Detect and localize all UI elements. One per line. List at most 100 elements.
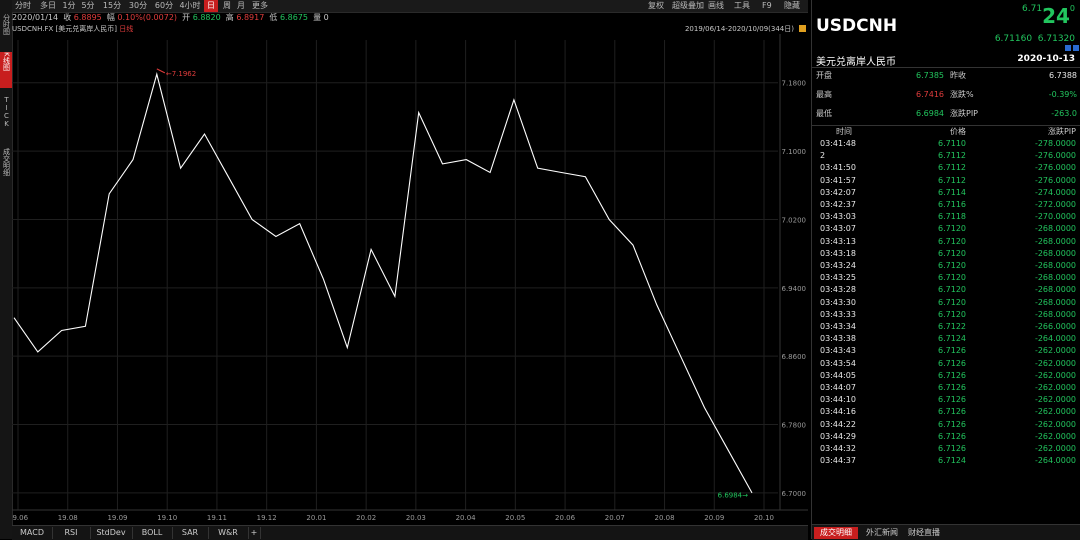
indicator-3[interactable]: BOLL bbox=[132, 527, 173, 539]
tick-time: 03:44:10 bbox=[820, 395, 856, 405]
tick-change: -264.0000 bbox=[1034, 334, 1076, 344]
timeframe-9[interactable]: 周 bbox=[220, 0, 234, 12]
tick-change: -268.0000 bbox=[1034, 297, 1076, 307]
tick-change: -268.0000 bbox=[1034, 224, 1076, 234]
expand-icon[interactable] bbox=[1065, 45, 1071, 51]
collapse-icon[interactable] bbox=[1073, 45, 1079, 51]
tick-change: -268.0000 bbox=[1034, 273, 1076, 283]
info-high-value: 6.8917 bbox=[236, 13, 265, 22]
stat-value2-2: -263.0 bbox=[1051, 109, 1077, 118]
tab-kline[interactable]: K线图 bbox=[0, 52, 12, 88]
quote-panel: USDCNH 6.71240 6.71160 6.71320 美元兑离岸人民币 … bbox=[811, 0, 1080, 540]
timeframe-8[interactable]: 日 bbox=[204, 0, 218, 12]
info-close-label: 收 bbox=[63, 13, 72, 22]
tick-change: -262.0000 bbox=[1034, 370, 1076, 380]
tab-tick[interactable]: TICK bbox=[0, 96, 12, 142]
timeframe-4[interactable]: 15分 bbox=[100, 0, 124, 12]
tick-price: 6.7126 bbox=[938, 395, 966, 405]
tick-time: 03:44:37 bbox=[820, 456, 856, 466]
timeframe-5[interactable]: 30分 bbox=[126, 0, 150, 12]
tick-change: -262.0000 bbox=[1034, 358, 1076, 368]
indicator-4[interactable]: SAR bbox=[172, 527, 209, 539]
quote-price-big: 24 bbox=[1042, 4, 1070, 28]
toolbar-item-0[interactable]: 复权 bbox=[648, 0, 664, 12]
tick-change: -268.0000 bbox=[1034, 309, 1076, 319]
quote-bid: 6.71160 bbox=[994, 34, 1033, 44]
tick-time: 03:41:48 bbox=[820, 139, 856, 148]
timeframe-0[interactable]: 分时 bbox=[12, 0, 34, 12]
tick-time: 03:43:28 bbox=[820, 285, 856, 295]
indicator-1[interactable]: RSI bbox=[52, 527, 91, 539]
timeframe-3[interactable]: 5分 bbox=[78, 0, 98, 12]
indicator-6[interactable]: + bbox=[248, 527, 261, 539]
table-row: 03:44:32 6.7126 -262.0000 bbox=[812, 443, 1080, 455]
toolbar-item-5[interactable]: 隐藏 bbox=[784, 0, 800, 12]
tick-change: -268.0000 bbox=[1034, 285, 1076, 295]
quote-ask: 6.71320 bbox=[1037, 34, 1075, 44]
tick-change: -262.0000 bbox=[1034, 431, 1076, 441]
timeframe-2[interactable]: 1分 bbox=[62, 0, 76, 12]
tick-price: 6.7116 bbox=[938, 200, 966, 209]
indicator-5[interactable]: W&R bbox=[208, 527, 249, 539]
indicator-tab-bar: MACD RSI StdDev BOLL SAR W&R + bbox=[12, 525, 808, 540]
quote-price-prefix: 6.71 bbox=[1022, 4, 1043, 14]
panel-tab-0[interactable]: 成交明细 bbox=[814, 527, 858, 539]
price-line bbox=[13, 72, 753, 494]
info-change-label: 幅 bbox=[106, 13, 115, 22]
info-date: 2020/01/14 bbox=[12, 13, 59, 22]
timeframe-7[interactable]: 4小时 bbox=[178, 0, 202, 12]
chart-name: [美元兑离岸人民币] bbox=[55, 25, 117, 33]
table-row: 03:43:30 6.7120 -268.0000 bbox=[812, 297, 1080, 309]
toolbar-item-1[interactable]: 超级叠加 bbox=[672, 0, 704, 12]
timeframe-10[interactable]: 月 bbox=[234, 0, 248, 12]
tick-price: 6.7120 bbox=[938, 248, 966, 258]
column-header-price: 价格 bbox=[950, 127, 966, 136]
stat-value-1: 6.7416 bbox=[916, 90, 944, 99]
high-marker bbox=[156, 68, 166, 74]
tick-time: 03:44:05 bbox=[820, 370, 856, 380]
table-row: 03:44:22 6.7126 -262.0000 bbox=[812, 419, 1080, 431]
table-row: 03:44:10 6.7126 -262.0000 bbox=[812, 394, 1080, 406]
y-tick-label: 6.8600 bbox=[782, 353, 807, 361]
stat-value-0: 6.7385 bbox=[916, 71, 944, 80]
x-tick-label: 20.07 bbox=[605, 514, 625, 522]
toolbar-item-2[interactable]: 画线 bbox=[708, 0, 724, 12]
info-change-value: 0.10%(0.0072) bbox=[117, 13, 178, 22]
panel-tab-2[interactable]: 财经直播 bbox=[902, 527, 946, 539]
tick-time: 2 bbox=[820, 151, 826, 161]
toolbar-item-4[interactable]: F9 bbox=[762, 0, 772, 12]
tab-kline-label: K线图 bbox=[2, 52, 11, 71]
tick-time: 03:43:07 bbox=[820, 224, 856, 234]
tab-intraday[interactable]: 分时图 bbox=[0, 14, 12, 48]
tab-trade-detail[interactable]: 成交明细 bbox=[0, 148, 12, 196]
toolbar-item-3[interactable]: 工具 bbox=[734, 0, 750, 12]
tick-time: 03:43:18 bbox=[820, 248, 856, 258]
table-row: 03:43:03 6.7118 -270.0000 bbox=[812, 211, 1080, 223]
quote-stats: 开盘 6.7385 昨收 6.7388 最高 6.7416 涨跌% -0.39% 最低 6.698… bbox=[812, 70, 1080, 126]
table-row: 03:44:37 6.7124 -264.0000 bbox=[812, 455, 1080, 467]
info-volume-value: 0 bbox=[323, 13, 329, 22]
indicator-0[interactable]: MACD bbox=[12, 527, 53, 539]
tick-price: 6.7120 bbox=[938, 224, 966, 234]
tick-price: 6.7114 bbox=[938, 187, 966, 197]
price-chart[interactable]: 19.06 19.08 19.09 19.10 19.11 19.12 20.01 20.02… bbox=[12, 34, 808, 524]
timeframe-6[interactable]: 60分 bbox=[152, 0, 176, 12]
chart-grid bbox=[12, 40, 778, 510]
x-tick-label: 19.06 bbox=[12, 514, 29, 522]
tick-change: -268.0000 bbox=[1034, 248, 1076, 258]
table-row: 03:44:16 6.7126 -262.0000 bbox=[812, 406, 1080, 418]
panel-tab-1[interactable]: 外汇新闻 bbox=[862, 527, 902, 539]
timeframe-1[interactable]: 多日 bbox=[36, 0, 60, 12]
tick-change: -278.0000 bbox=[1034, 139, 1076, 148]
x-tick-label: 19.08 bbox=[58, 514, 78, 522]
table-row: 03:44:29 6.7126 -262.0000 bbox=[812, 431, 1080, 443]
x-tick-label: 20.08 bbox=[655, 514, 675, 522]
info-open-value: 6.8820 bbox=[192, 13, 221, 22]
table-row: 03:43:54 6.7126 -262.0000 bbox=[812, 358, 1080, 370]
tick-time: 03:43:24 bbox=[820, 261, 856, 270]
lock-icon[interactable] bbox=[799, 25, 806, 32]
y-tick-label: 6.7000 bbox=[782, 490, 807, 498]
indicator-2[interactable]: StdDev bbox=[90, 527, 133, 539]
stat-label-2: 最低 bbox=[816, 109, 832, 118]
timeframe-11[interactable]: 更多 bbox=[250, 0, 270, 12]
